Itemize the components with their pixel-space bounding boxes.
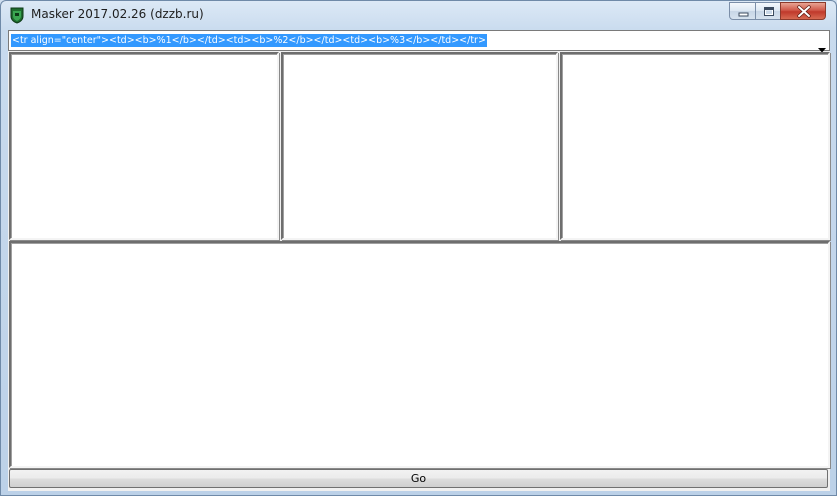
template-combobox[interactable]: <tr align="center"><td><b>%1</b></td><td… [8, 30, 830, 53]
go-button[interactable]: Go [9, 469, 828, 488]
title-bar[interactable]: Masker 2017.02.26 (dzzb.ru) [1, 1, 836, 29]
client-area: <tr align="center"><td><b>%1</b></td><td… [8, 30, 830, 491]
app-window: Masker 2017.02.26 (dzzb.ru) <tr align="c… [0, 0, 837, 496]
input-pane-1[interactable] [9, 52, 279, 240]
close-icon [797, 5, 811, 18]
masker-shield-icon[interactable] [10, 7, 24, 24]
minimize-button[interactable] [729, 2, 756, 20]
maximize-icon [764, 7, 774, 16]
input-pane-2[interactable] [281, 52, 558, 240]
input-pane-3[interactable] [560, 52, 830, 240]
output-pane[interactable] [9, 241, 830, 468]
minimize-icon [738, 12, 749, 17]
window-title: Masker 2017.02.26 (dzzb.ru) [31, 7, 204, 21]
maximize-button[interactable] [755, 2, 781, 20]
template-combobox-value[interactable]: <tr align="center"><td><b>%1</b></td><td… [11, 34, 487, 47]
close-button[interactable] [780, 2, 826, 20]
